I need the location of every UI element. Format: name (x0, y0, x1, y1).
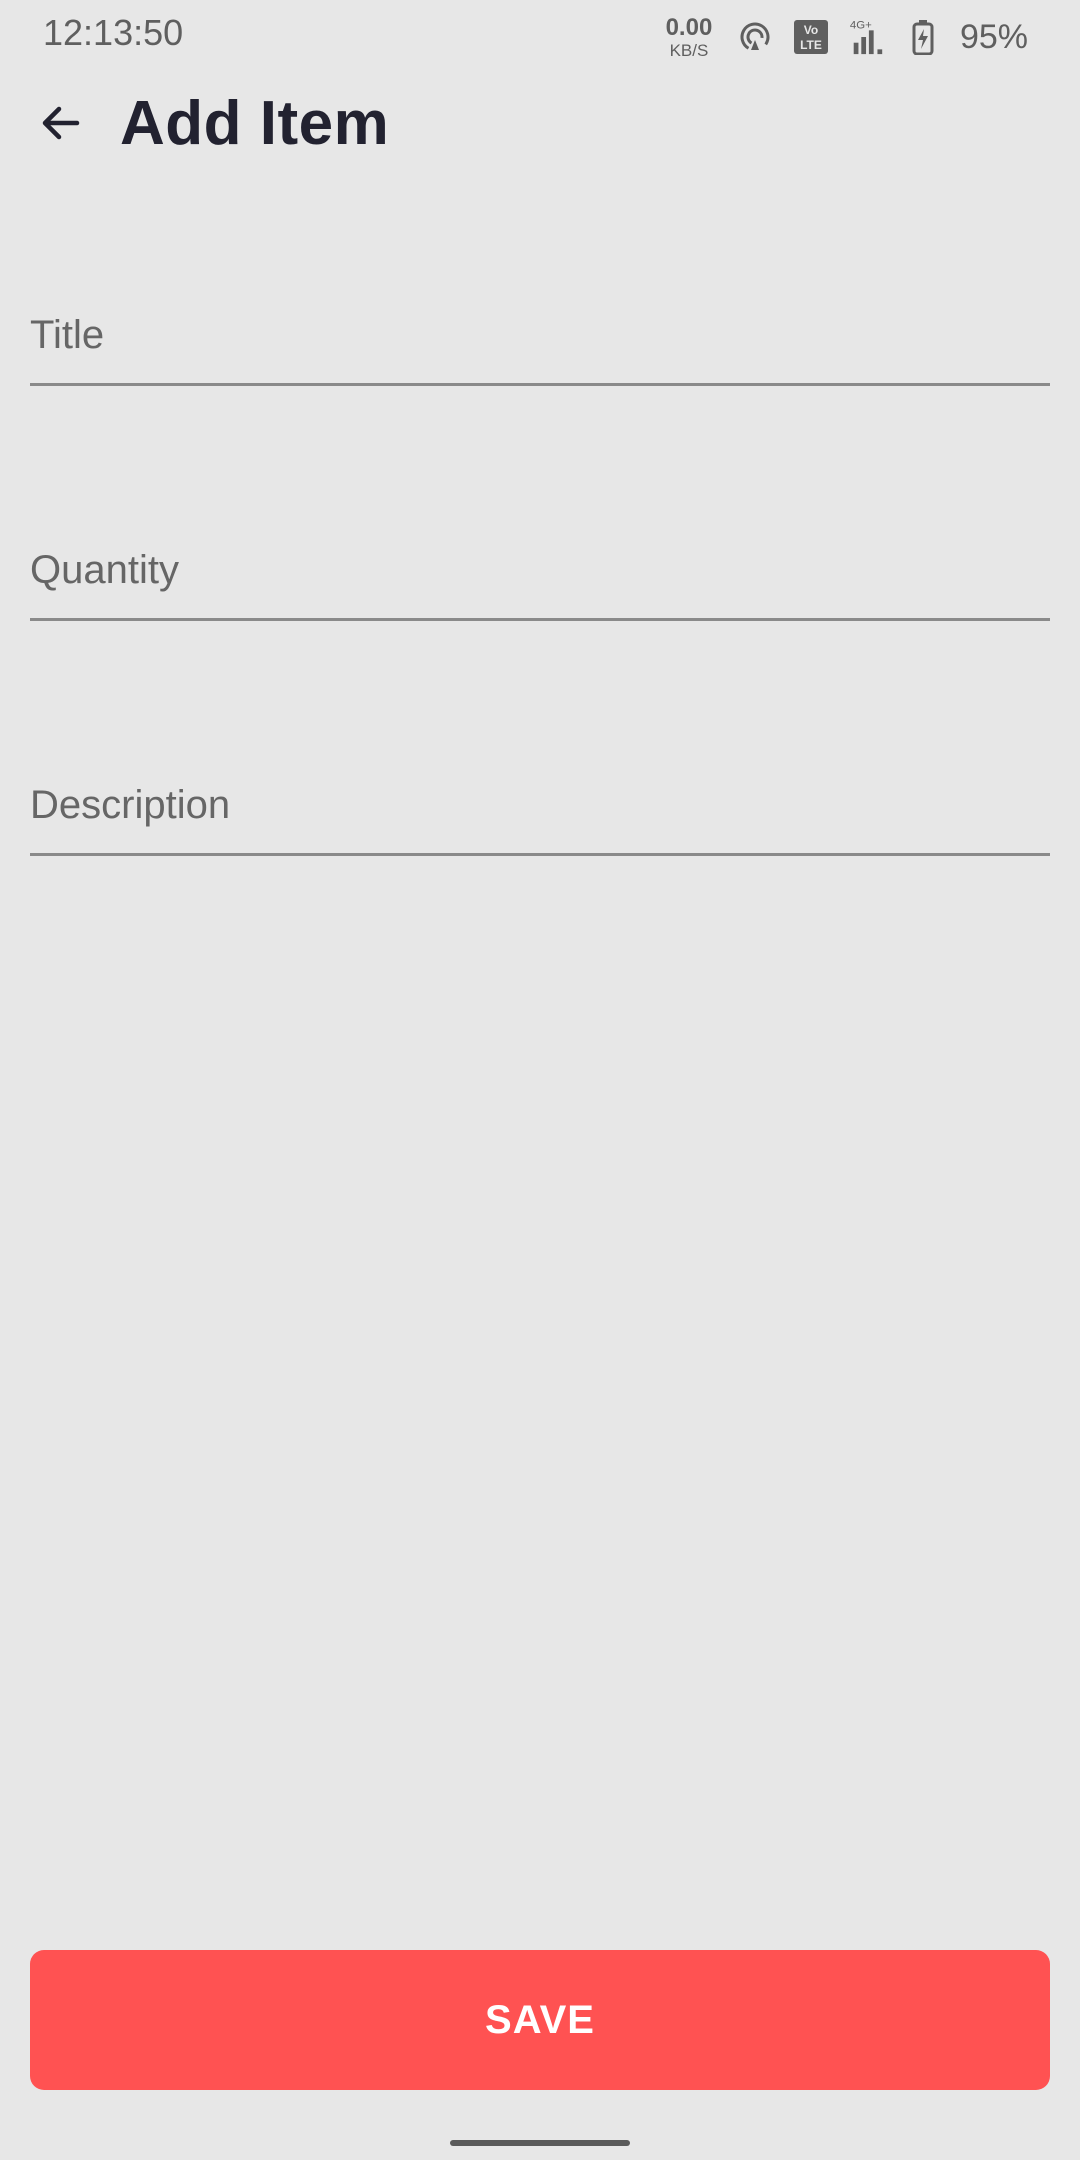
battery-percent: 95% (959, 17, 1028, 56)
status-icons: 0.00 KB/S Vo LTE 4G+ 95% (660, 12, 1028, 62)
arrow-left-icon (42, 106, 80, 140)
gesture-navigation-bar[interactable] (450, 2140, 630, 2146)
back-button[interactable] (28, 90, 94, 156)
quantity-field (30, 511, 1050, 621)
description-input[interactable] (30, 746, 1050, 853)
battery-charging-icon (904, 18, 942, 56)
save-button[interactable]: SAVE (30, 1950, 1050, 2090)
description-field (30, 746, 1050, 856)
hotspot-icon (736, 18, 774, 56)
status-bar: 12:13:50 0.00 KB/S Vo LTE 4G+ 95% (0, 0, 1080, 72)
quantity-input[interactable] (30, 511, 1050, 618)
network-speed-unit: KB/S (669, 40, 709, 60)
volte-icon: Vo LTE (792, 18, 830, 56)
signal-icon: 4G+ (848, 18, 886, 56)
status-time: 12:13:50 (43, 12, 184, 53)
network-speed: 0.00 KB/S (660, 13, 718, 60)
title-field (30, 276, 1050, 386)
svg-text:4G+: 4G+ (850, 19, 872, 31)
svg-text:Vo: Vo (804, 23, 818, 37)
network-speed-value: 0.00 (665, 13, 713, 41)
svg-text:LTE: LTE (800, 38, 822, 52)
app-bar: Add Item (0, 72, 1080, 178)
page-title: Add Item (120, 89, 390, 158)
title-input[interactable] (30, 276, 1050, 383)
